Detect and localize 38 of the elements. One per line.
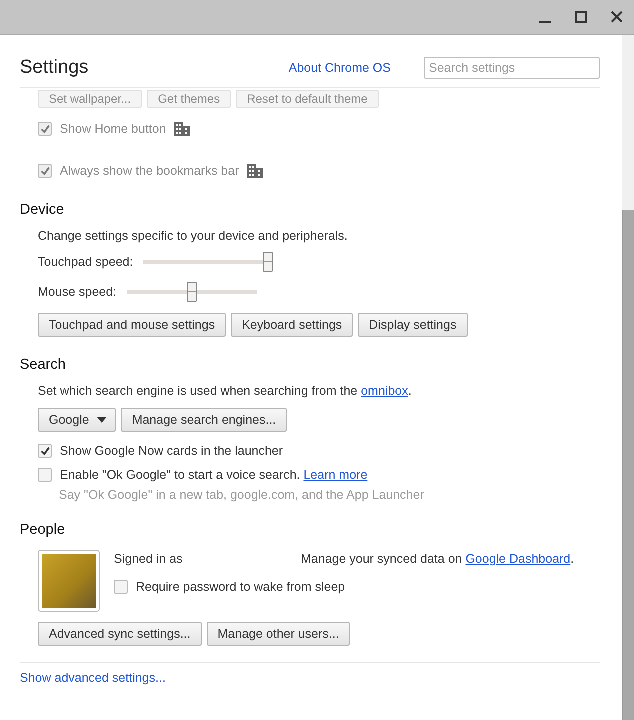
- dashboard-link[interactable]: Google Dashboard: [466, 552, 571, 566]
- slider-thumb[interactable]: [263, 252, 274, 272]
- people-button[interactable]: Manage other users...: [206, 622, 350, 646]
- checkbox-label: Show Home button: [60, 122, 166, 136]
- checkbox[interactable]: [38, 468, 52, 482]
- section-description: Set which search engine is used when searching from the omnibox.: [38, 384, 413, 398]
- settings-button[interactable]: Touchpad and mouse settings: [38, 313, 226, 337]
- checkbox[interactable]: [114, 580, 128, 594]
- slider-label: Touchpad speed:: [38, 255, 134, 269]
- checkbox-label: Show Google Now cards in the launcher: [60, 444, 284, 458]
- maximize-icon[interactable]: [575, 11, 587, 23]
- search-engine-dropdown[interactable]: Google: [38, 408, 116, 432]
- settings-button[interactable]: Display settings: [358, 313, 468, 337]
- checkbox-label: Always show the bookmarks bar: [60, 164, 240, 178]
- section-heading: People: [20, 522, 66, 538]
- sync-text: Manage your synced data on Google Dashboard.: [301, 552, 574, 566]
- checkbox-label: Require password to wake from sleep: [136, 580, 346, 594]
- omnibox-link[interactable]: omnibox: [361, 384, 408, 398]
- about-link[interactable]: About Chrome OS: [288, 61, 391, 75]
- checkbox-label: Enable "Ok Google" to start a voice search. Learn more: [60, 468, 368, 482]
- section-heading: Search: [20, 357, 67, 373]
- slider-label: Mouse speed:: [38, 285, 117, 299]
- signed-in-text: Signed in as: [114, 552, 184, 566]
- settings-button[interactable]: Keyboard settings: [231, 313, 354, 337]
- show-advanced-link[interactable]: Show advanced settings...: [20, 671, 166, 685]
- page-title: Settings: [20, 57, 90, 79]
- learn-more-link[interactable]: Learn more: [304, 468, 368, 482]
- scrollbar[interactable]: [622, 35, 634, 720]
- close-icon[interactable]: [611, 11, 623, 23]
- people-button[interactable]: Advanced sync settings...: [38, 622, 202, 646]
- section-heading: Device: [20, 202, 66, 218]
- manage-search-engines-button[interactable]: Manage search engines...: [121, 408, 288, 432]
- search-field[interactable]: Search settings: [424, 57, 600, 79]
- checkbox[interactable]: [38, 444, 52, 458]
- slider-thumb[interactable]: [186, 282, 197, 302]
- caret-icon: [97, 417, 108, 423]
- section-description: Change settings specific to your device and peripherals.: [38, 229, 349, 243]
- hint-text: Say "Ok Google" in a new tab, google.com, and the App Launcher: [59, 488, 426, 502]
